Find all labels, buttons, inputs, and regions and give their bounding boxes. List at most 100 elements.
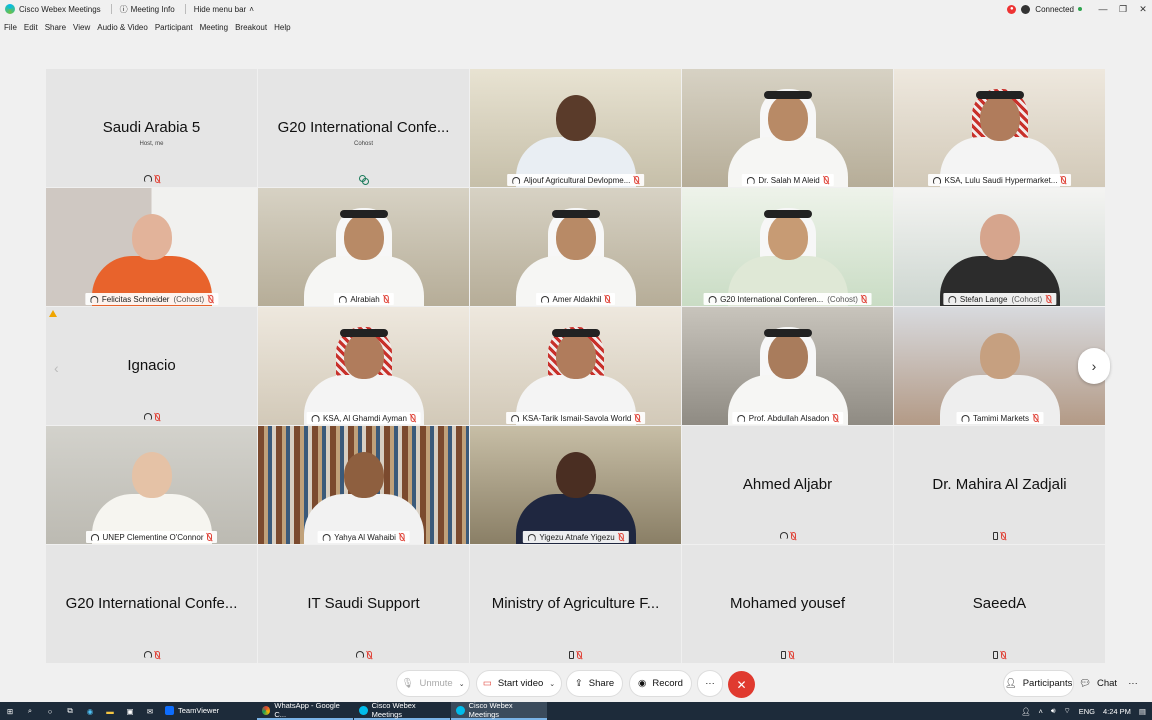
person-icon[interactable]: 👤︎	[1021, 707, 1031, 716]
participant-tile[interactable]: Amer Aldakhil	[470, 188, 681, 306]
connected-indicator-icon	[1078, 7, 1082, 11]
chevron-down-icon[interactable]: ⌄	[459, 680, 465, 688]
participant-tile[interactable]: Aljouf Agricultural Devlopme...	[470, 69, 681, 187]
mic-muted-icon	[154, 412, 160, 421]
participants-button[interactable]: 👤︎ Participants	[1003, 670, 1074, 697]
participant-tile[interactable]: Stefan Lange (Cohost)	[894, 188, 1105, 306]
unmute-button[interactable]: 🎙︎ Unmute ⌄	[396, 670, 470, 697]
participant-tile[interactable]: KSA, Al Ghamdi Ayman	[258, 307, 469, 425]
taskbar-app-webex-2[interactable]: Cisco Webex Meetings	[451, 701, 547, 720]
headset-icon	[511, 176, 520, 184]
chevron-up-icon[interactable]: ˄	[1039, 707, 1043, 716]
minimize-button[interactable]: —	[1094, 4, 1112, 14]
video-feed	[682, 307, 893, 425]
menu-view[interactable]: View	[73, 23, 90, 32]
participant-status	[258, 174, 469, 185]
mic-muted-icon	[618, 533, 624, 541]
mic-muted-icon	[823, 176, 829, 184]
menu-share[interactable]: Share	[45, 23, 66, 32]
participant-name-label: G20 International Conferen... (Cohost)	[703, 293, 872, 305]
menu-meeting[interactable]: Meeting	[200, 23, 228, 32]
close-button[interactable]: ✕	[1134, 4, 1152, 15]
participant-name-label: Tamimi Markets	[955, 412, 1044, 424]
chat-button[interactable]: 💬︎ Chat	[1077, 670, 1119, 697]
headset-icon	[143, 651, 152, 658]
meeting-info-button[interactable]: ⓘ Meeting Info	[120, 4, 175, 15]
mail-icon[interactable]: ✉	[140, 702, 160, 720]
webex-icon	[359, 705, 368, 715]
hide-menu-label: Hide menu bar	[193, 4, 247, 14]
participant-tile[interactable]: IT Saudi Support	[258, 545, 469, 663]
participant-name-label: UNEP Clementine O'Connor	[85, 531, 218, 543]
menu-breakout[interactable]: Breakout	[235, 23, 267, 32]
close-icon: ✕	[736, 677, 747, 692]
participant-name-label: Amer Aldakhil	[535, 293, 616, 305]
participant-tile[interactable]: KSA, Lulu Saudi Hypermarket...	[894, 69, 1105, 187]
video-feed	[894, 188, 1105, 306]
participant-tile[interactable]: Prof. Abdullah Alsadon	[682, 307, 893, 425]
participant-tile[interactable]: Yigezu Atnafe Yigezu	[470, 426, 681, 544]
participant-tile[interactable]: Ignacio	[46, 307, 257, 425]
chevron-down-icon[interactable]: ⌄	[549, 680, 555, 688]
mic-muted-icon	[399, 533, 405, 541]
participant-tile[interactable]: Felicitas Schneider (Cohost)	[46, 188, 257, 306]
participant-tile[interactable]: Alrabiah	[258, 188, 469, 306]
record-button[interactable]: ◉ Record	[629, 670, 692, 697]
participant-tile[interactable]: SaeedA	[894, 545, 1105, 663]
participant-tile[interactable]: Saudi Arabia 5 Host, me	[46, 69, 257, 187]
participant-tile[interactable]: KSA-Tarik Ismail-Savola World	[470, 307, 681, 425]
clock[interactable]: 4:24 PM	[1103, 707, 1131, 716]
participant-tile[interactable]: G20 International Conferen... (Cohost)	[682, 188, 893, 306]
task-view-icon[interactable]: ⧉	[60, 702, 80, 720]
participant-name: G20 International Conferen...	[720, 294, 824, 304]
menu-help[interactable]: Help	[274, 23, 290, 32]
menu-audio-video[interactable]: Audio & Video	[97, 23, 148, 32]
participant-name-label: KSA, Lulu Saudi Hypermarket...	[927, 174, 1072, 186]
participant-tile[interactable]: G20 International Confe... Cohost	[258, 69, 469, 187]
participant-name: KSA, Al Ghamdi Ayman	[323, 413, 407, 423]
participant-role: Cohost	[353, 141, 373, 147]
video-feed	[46, 188, 257, 306]
hide-menu-button[interactable]: Hide menu bar ˄	[194, 5, 254, 14]
windows-start-icon[interactable]: ⊞	[0, 702, 20, 720]
video-feed	[258, 426, 469, 544]
menu-edit[interactable]: Edit	[24, 23, 38, 32]
participant-tile[interactable]: Tamimi Markets	[894, 307, 1105, 425]
leave-meeting-button[interactable]: ✕	[728, 671, 755, 698]
headset-icon	[947, 295, 956, 303]
notifications-icon[interactable]: ▤	[1139, 707, 1146, 716]
participant-tile[interactable]: G20 International Confe...	[46, 545, 257, 663]
participant-tile[interactable]: Ahmed Aljabr	[682, 426, 893, 544]
participant-tile[interactable]: Dr. Mahira Al Zadjali	[894, 426, 1105, 544]
volume-icon[interactable]: 🔊︎	[1051, 706, 1056, 716]
start-video-button[interactable]: ▭ Start video ⌄	[476, 670, 562, 697]
network-icon[interactable]: ⌔	[1064, 706, 1071, 716]
participant-tile[interactable]: Mohamed yousef	[682, 545, 893, 663]
participant-status	[46, 412, 257, 421]
taskbar-app-teamviewer[interactable]: TeamViewer	[160, 702, 256, 720]
participant-tile[interactable]: Yahya Al Wahaibi	[258, 426, 469, 544]
menu-participant[interactable]: Participant	[155, 23, 193, 32]
more-options-button[interactable]: ···	[697, 670, 723, 697]
search-icon[interactable]: ⌕	[20, 702, 40, 720]
keyboard-language[interactable]: ENG	[1079, 707, 1095, 716]
taskbar-app-webex-1[interactable]: Cisco Webex Meetings	[354, 701, 450, 720]
share-button[interactable]: ⇪ Share	[566, 670, 623, 697]
video-feed	[258, 307, 469, 425]
file-explorer-icon[interactable]: ▬	[100, 702, 120, 720]
store-icon[interactable]: ▣	[120, 702, 140, 720]
participant-tile[interactable]: Dr. Salah M Aleid	[682, 69, 893, 187]
next-page-button[interactable]: ›	[1078, 348, 1110, 384]
participant-tile[interactable]: Ministry of Agriculture F...	[470, 545, 681, 663]
mic-muted-icon	[1033, 414, 1039, 422]
cohost-badge: (Cohost)	[173, 294, 205, 304]
cortana-icon[interactable]: ○	[40, 702, 60, 720]
taskbar-app-whatsapp[interactable]: WhatsApp - Google C...	[257, 701, 353, 720]
participant-tile[interactable]: UNEP Clementine O'Connor	[46, 426, 257, 544]
menu-file[interactable]: File	[4, 23, 17, 32]
maximize-button[interactable]: ❐	[1114, 4, 1132, 15]
chevron-left-icon[interactable]: ‹	[54, 360, 59, 376]
edge-icon[interactable]: ◉	[80, 702, 100, 720]
phone-icon	[993, 531, 998, 540]
more-panels-button[interactable]: ···	[1122, 670, 1144, 697]
